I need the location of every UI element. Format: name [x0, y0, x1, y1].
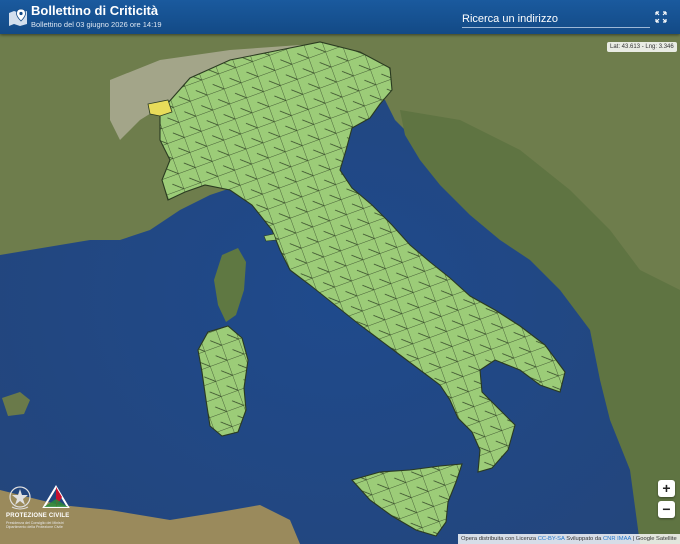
app-header: Bollettino di Criticità Bollettino del 0… [0, 0, 680, 34]
attribution-text-2: Sviluppato da [566, 536, 602, 542]
license-link[interactable]: CC-BY-SA [538, 536, 565, 542]
logo-department: Presidenza del Consiglio dei Ministri Di… [6, 521, 64, 529]
map-marker-icon [9, 8, 27, 26]
map-attribution: Opera distribuita con Licenza CC-BY-SA S… [458, 534, 680, 544]
zoom-out-button[interactable]: − [658, 501, 675, 518]
zoom-out-icon: − [662, 501, 671, 517]
emblem-icon [9, 486, 31, 510]
attribution-text-1: Opera distribuita con Licenza [461, 536, 537, 542]
map-canvas[interactable] [0, 0, 680, 544]
zoom-in-icon: + [662, 480, 671, 496]
developer-link[interactable]: CNR IMAA [603, 536, 631, 542]
protezione-civile-logo: PROTEZIONE CIVILE Presidenza del Consigl… [6, 485, 72, 531]
expand-icon[interactable] [655, 11, 667, 23]
page-title: Bollettino di Criticità [31, 3, 159, 18]
logo-line-2: Dipartimento della Protezione Civile [6, 525, 63, 530]
attribution-text-3: | Google Satellite [632, 536, 677, 542]
search-input[interactable] [462, 11, 650, 28]
bulletin-date: Bollettino del 03 giugno 2026 ore 14:19 [31, 20, 162, 29]
pc-logo-icon [42, 485, 70, 508]
zoom-in-button[interactable]: + [658, 480, 675, 497]
coordinate-readout: Lat: 43.613 - Lng: 3.346 [607, 42, 677, 52]
logo-name: PROTEZIONE CIVILE [6, 513, 70, 519]
